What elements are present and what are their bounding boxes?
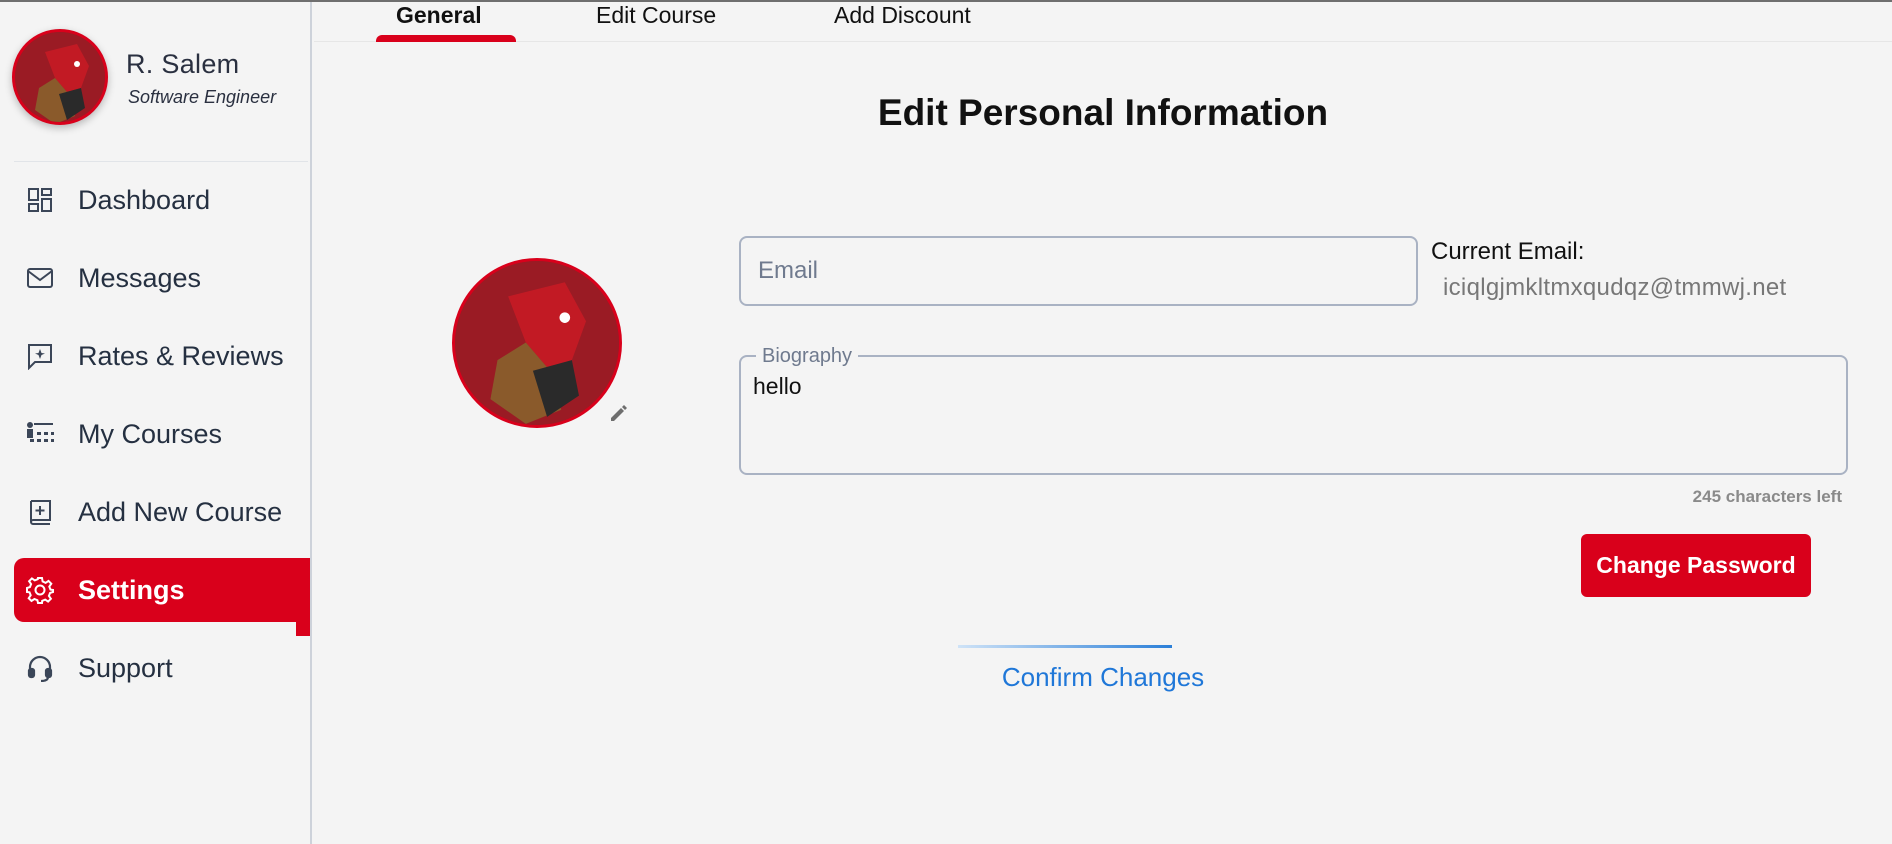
sidebar-item-label: Settings [78,574,185,605]
tab-add-discount[interactable]: Add Discount [834,2,971,29]
sidebar-item-add-new-course[interactable]: Add New Course [14,480,310,544]
sidebar-item-my-courses[interactable]: My Courses [14,402,310,466]
current-email-label: Current Email: [1431,238,1585,265]
tab-bar: General Edit Course Add Discount [314,2,1892,42]
sidebar-item-label: Messages [78,262,202,293]
sidebar-item-label: Dashboard [78,184,211,215]
page-title-text: Edit Personal Information [877,92,1329,133]
sidebar-item-label: My Courses [78,418,223,449]
characters-left: 245 characters left [1692,487,1842,506]
biography-field[interactable]: Biography hello [739,345,1848,475]
current-email-value: iciqlgjmkltmxqudqz@tmmwj.net [1443,274,1787,301]
confirm-progress-line [958,645,1172,648]
sidebar-item-support[interactable]: Support [14,636,310,700]
email-field[interactable] [739,236,1418,306]
tab-general[interactable]: General [396,2,482,29]
sidebar-nav: Dashboard Messages Rates & Reviews My Co… [14,168,310,714]
sidebar-item-label: Add New Course [78,496,283,527]
add-book-icon [24,496,56,528]
sidebar-item-rates-reviews[interactable]: Rates & Reviews [14,324,310,388]
biography-label: Biography [756,345,859,368]
headset-icon [24,652,56,684]
active-tab-indicator [376,35,516,42]
sidebar-item-label: Rates & Reviews [78,340,284,371]
biography-text[interactable]: hello [753,373,802,400]
page-title: Edit Personal Information [0,92,1892,134]
review-icon [24,340,56,372]
sidebar-item-dashboard[interactable]: Dashboard [14,168,310,232]
mail-icon [24,262,56,294]
dashboard-icon [24,184,56,216]
change-password-button[interactable]: Change Password [1581,534,1811,597]
tab-edit-course[interactable]: Edit Course [596,2,716,29]
gear-icon [24,574,56,606]
profile-picture[interactable] [452,258,622,428]
classroom-icon [24,418,56,450]
confirm-changes-button[interactable]: Confirm Changes [958,652,1248,702]
profile-picture-image [455,261,619,425]
pencil-icon[interactable] [608,402,634,428]
sidebar-item-settings[interactable]: Settings [14,558,310,636]
sidebar-item-messages[interactable]: Messages [14,246,310,310]
sidebar-divider [14,161,308,162]
sidebar-item-label: Support [78,652,173,683]
profile-name: R. Salem [126,49,240,79]
